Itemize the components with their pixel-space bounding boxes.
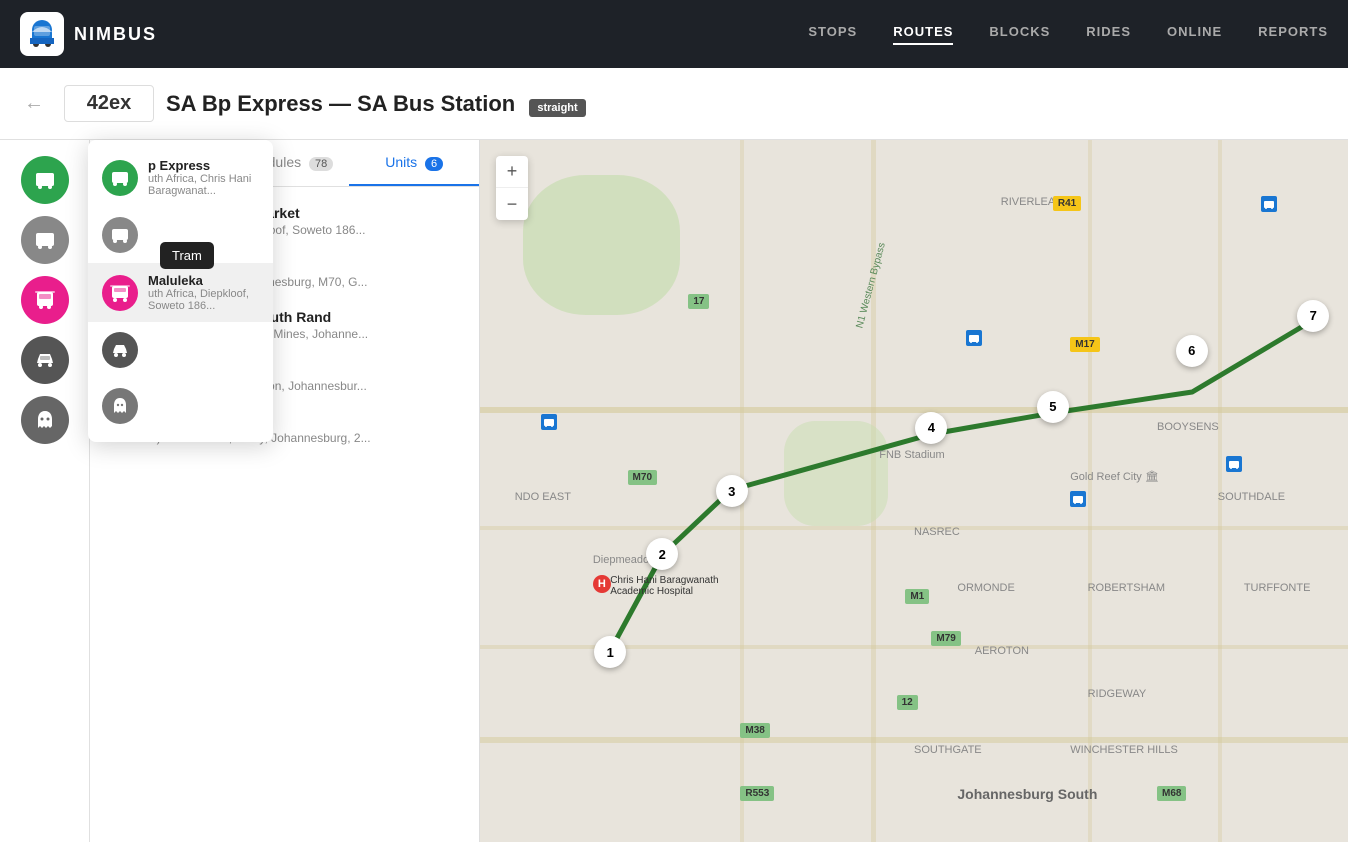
map-label: ROBERTSHAM: [1088, 582, 1165, 594]
map-label: RIDGEWAY: [1088, 688, 1147, 700]
ghost-dark-icon: [102, 388, 138, 424]
map-label: NDO EAST: [515, 491, 571, 503]
nav-routes[interactable]: ROUTES: [893, 24, 953, 45]
map-controls: + −: [496, 156, 528, 220]
nav-blocks[interactable]: BLOCKS: [989, 24, 1050, 45]
dropdown-item-car[interactable]: [88, 322, 273, 378]
road-badge: R553: [740, 786, 774, 801]
map-marker-5[interactable]: 5: [1037, 391, 1069, 423]
dropdown-stop-name: Maluleka: [148, 273, 259, 288]
map-marker-6[interactable]: 6: [1176, 335, 1208, 367]
hospital-icon: H: [593, 575, 611, 593]
road-badge: M1: [905, 589, 929, 604]
road-badge: 12: [897, 695, 918, 710]
map-marker-7[interactable]: 7: [1297, 300, 1329, 332]
main-nav: STOPS ROUTES BLOCKS RIDES ONLINE REPORTS: [808, 24, 1328, 45]
car-dark-icon: [102, 332, 138, 368]
map-label: BOOYSENS: [1157, 421, 1219, 433]
schedules-badge: 78: [309, 157, 333, 171]
map-label: AEROTON: [975, 645, 1029, 657]
map-label: WINCHESTER HILLS: [1070, 744, 1178, 756]
map-label: Johannesburg South: [957, 786, 1097, 802]
road-badge: 17: [688, 294, 709, 309]
map-marker-3[interactable]: 3: [716, 475, 748, 507]
bus-gray-icon: [102, 217, 138, 253]
sidebar-icons: [0, 140, 90, 842]
zoom-out-button[interactable]: −: [496, 188, 528, 220]
toolbar: ← 42ex SA Bp Express — SA Bus Station st…: [0, 68, 1348, 140]
route-type-badge: straight: [529, 99, 585, 117]
units-badge: 6: [425, 157, 443, 171]
bus-express-icon: [102, 160, 138, 196]
transit-icon: [1261, 196, 1277, 212]
map-label: FNB Stadium: [879, 449, 944, 461]
tram-pink-icon: [102, 275, 138, 311]
dropdown-stop-info: p Express uth Africa, Chris Hani Baragwa…: [148, 158, 259, 197]
nav-reports[interactable]: REPORTS: [1258, 24, 1328, 45]
zoom-in-button[interactable]: +: [496, 156, 528, 188]
map-label: RIVERLEA: [1001, 196, 1055, 208]
transit-icon: [1070, 491, 1086, 507]
map-label: Gold Reef City 🏛: [1070, 470, 1159, 483]
route-number-input[interactable]: 42ex: [64, 85, 154, 122]
sidebar-icon-car[interactable]: [21, 336, 69, 384]
sidebar-icon-ghost[interactable]: [21, 396, 69, 444]
tram-tooltip: Tram: [160, 242, 214, 269]
transit-icon: [1226, 456, 1242, 472]
road-badge: R41: [1053, 196, 1081, 211]
map-area[interactable]: RIVERLEA BOOYSENS FNB Stadium NASREC ORM…: [480, 140, 1348, 842]
map-marker-1[interactable]: 1: [594, 636, 626, 668]
road-badge: M79: [931, 631, 960, 646]
vehicle-type-dropdown: p Express uth Africa, Chris Hani Baragwa…: [88, 140, 273, 442]
sidebar-icon-tram[interactable]: [21, 276, 69, 324]
dropdown-item-ghost[interactable]: [88, 378, 273, 434]
logo-icon: [20, 12, 64, 56]
transit-icon: [541, 414, 557, 430]
road-badge: M68: [1157, 786, 1186, 801]
hospital-label: Chris Hani BaragwanathAcademic Hospital: [610, 575, 718, 597]
road-badge: M17: [1070, 337, 1099, 352]
dropdown-stop-addr: uth Africa, Chris Hani Baragwanat...: [148, 173, 259, 197]
logo-area: NIMBUS: [20, 12, 157, 56]
route-title: SA Bp Express — SA Bus Station straight: [166, 91, 1332, 117]
map-marker-2[interactable]: 2: [646, 538, 678, 570]
dropdown-item-tram[interactable]: Maluleka uth Africa, Diepkloof, Soweto 1…: [88, 263, 273, 322]
sidebar-icon-bus-green[interactable]: [21, 156, 69, 204]
tab-units[interactable]: Units 6: [349, 140, 479, 186]
dropdown-stop-info: Maluleka uth Africa, Diepkloof, Soweto 1…: [148, 273, 259, 312]
map-label: SOUTHGATE: [914, 744, 982, 756]
map-label: NASREC: [914, 526, 960, 538]
map-label: ORMONDE: [957, 582, 1014, 594]
map-label: TURFFONTE: [1244, 582, 1311, 594]
dropdown-stop-name: p Express: [148, 158, 259, 173]
nav-stops[interactable]: STOPS: [808, 24, 857, 45]
dropdown-item-bus-express[interactable]: p Express uth Africa, Chris Hani Baragwa…: [88, 148, 273, 207]
logo-text: NIMBUS: [74, 24, 157, 45]
header: NIMBUS STOPS ROUTES BLOCKS RIDES ONLINE …: [0, 0, 1348, 68]
map-marker-4[interactable]: 4: [915, 412, 947, 444]
back-button[interactable]: ←: [16, 88, 52, 119]
transit-icon: [966, 330, 982, 346]
nav-online[interactable]: ONLINE: [1167, 24, 1222, 45]
nav-rides[interactable]: RIDES: [1086, 24, 1131, 45]
dropdown-stop-addr: uth Africa, Diepkloof, Soweto 186...: [148, 288, 259, 312]
road-badge: M38: [740, 723, 769, 738]
map-label: SOUTHDALE: [1218, 491, 1285, 503]
sidebar-icon-bus-gray[interactable]: [21, 216, 69, 264]
road-badge: M70: [628, 470, 657, 485]
